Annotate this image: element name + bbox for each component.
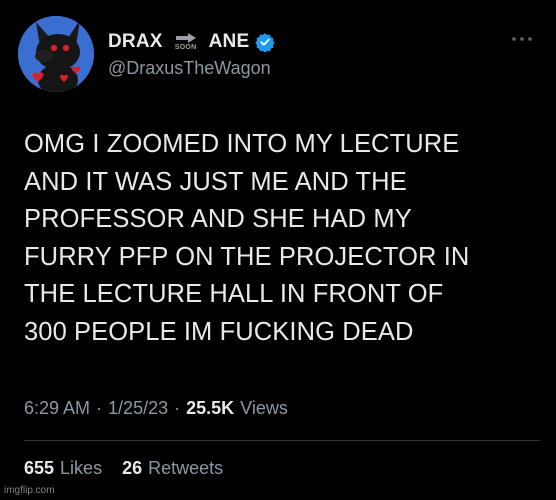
tweet-date[interactable]: 1/25/23 [108,398,168,419]
tweet-meta: 6:29 AM · 1/25/23 · 25.5K Views [24,398,288,419]
retweets-label[interactable]: Retweets [148,458,223,479]
avatar[interactable] [18,16,94,92]
tweet-text: OMG I ZOOMED INTO MY LECTURE AND IT WAS … [24,130,470,346]
verified-badge-icon [255,33,276,52]
tweet-time[interactable]: 6:29 AM [24,398,90,419]
author-handle[interactable]: @DraxusTheWagon [108,58,271,79]
avatar-plush-icon [18,16,94,92]
soon-badge: SOON [171,30,201,54]
views-count: 25.5K [186,398,235,418]
likes-label[interactable]: Likes [60,458,102,479]
retweets-count[interactable]: 26 [122,458,142,479]
arrow-right-icon [175,33,196,43]
author-name-row[interactable]: DRAX SOON ANE [108,30,276,54]
more-options-icon[interactable] [510,34,534,44]
display-name-right[interactable]: ANE [209,31,250,53]
watermark: imgflip.com [4,485,55,496]
likes-count[interactable]: 655 [24,458,54,479]
display-name-left[interactable]: DRAX [108,31,163,53]
views-label: Views [240,398,288,418]
soon-badge-label: SOON [174,44,197,51]
meta-separator: · [96,398,103,418]
tweet-stats: 655 Likes 26 Retweets [24,458,223,479]
divider [24,440,540,441]
meta-separator: · [174,398,181,418]
tweet-card: DRAX SOON ANE @DraxusTheWagon OMG I ZOOM… [0,0,556,500]
